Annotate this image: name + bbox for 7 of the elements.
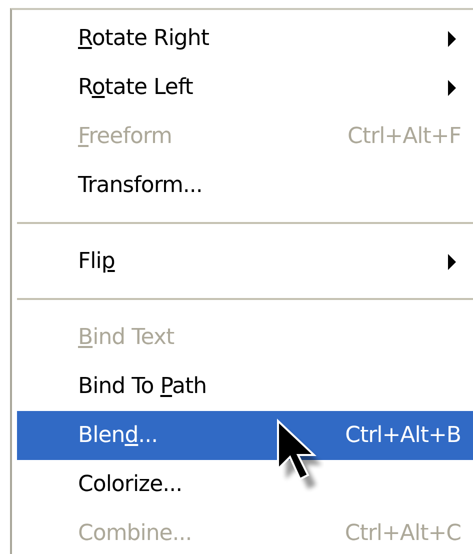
menu-item[interactable]: Transform... [17,161,473,210]
menu-item[interactable]: Flip [17,237,473,286]
menu-item[interactable]: Colorize... [17,460,473,509]
menu-item[interactable]: Bind To Path [17,362,473,411]
menu-item[interactable]: Rotate Left [17,63,473,112]
menu-item[interactable]: Blend... Ctrl+Alt+B [17,411,473,460]
menu-item[interactable]: Rotate Right [17,14,473,63]
